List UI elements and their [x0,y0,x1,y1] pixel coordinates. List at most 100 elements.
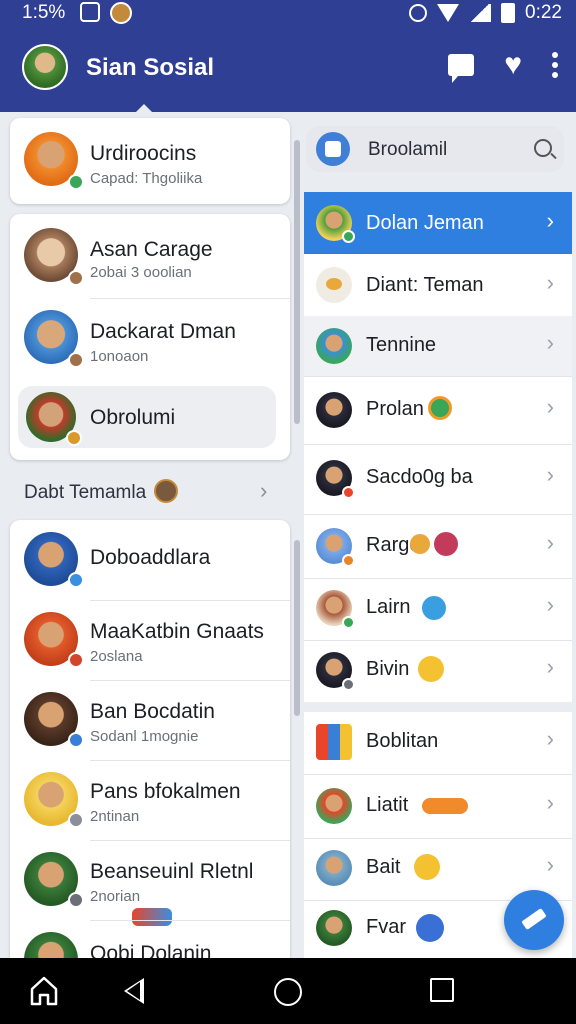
scrollbar-top[interactable] [294,140,300,424]
contact-name: Ban Bocdatin [90,700,215,723]
wifi-icon [437,4,460,22]
list-item[interactable]: MaaKatbin Gnaats 2oslana [10,600,290,680]
chat-icon[interactable] [448,54,475,83]
list-item-selected[interactable]: Obrolumi [10,386,290,448]
chevron-right-icon: › [546,654,554,679]
recents-icon[interactable] [430,978,454,1002]
emoji-icon [422,596,446,620]
status-badge [68,174,84,190]
avatar [316,392,352,428]
emoji-icon [416,914,444,942]
list-item[interactable]: Dackarat Dman 1onoaon [10,298,290,382]
avatar [24,932,78,958]
status-badge [342,616,355,629]
avatar [316,788,352,824]
contact-name: Urdiroocins [90,142,197,165]
emoji-icon [326,278,342,290]
list-item[interactable]: Lairn › [304,578,572,640]
friend-name: Lairn [366,596,411,618]
list-item[interactable]: Doboaddlara [10,520,290,600]
status-badge [68,270,84,286]
search-icon[interactable] [534,139,552,157]
contact-name: Obrolumi [90,406,176,429]
search-bar[interactable]: Broolamil [306,126,564,172]
list-item[interactable]: Bivin › [304,640,572,702]
status-icons-left [80,2,132,24]
top-contact-card[interactable]: Urdiroocins Capad: Thgoliika [10,118,290,204]
status-badge [68,732,84,748]
compose-button[interactable] [504,890,564,950]
home-icon[interactable] [30,976,58,1006]
contact-subtitle: 2ntinan [90,808,140,825]
heart-icon[interactable]: ♥ [504,50,522,80]
list-item[interactable]: Ban Bocdatin Sodanl 1mognie [10,680,290,760]
chevron-right-icon: › [546,270,554,295]
friend-name: Diant: Teman [366,274,484,296]
app-title: Sian Sosial [86,54,215,81]
app-bar-actions: ♥ [448,50,558,83]
gallery-icon [80,2,100,22]
friend-name: Bait [366,856,401,878]
list-item[interactable]: Asan Carage 2obai 3 ooolian [10,214,290,298]
contact-subtitle: 1onoaon [90,348,149,365]
system-nav-bar [0,958,576,1024]
list-item[interactable]: Prolan › [304,376,572,444]
contact-name: Beanseuinl Rletnl [90,860,254,883]
section-header[interactable]: Dabt Temamla › [10,470,290,514]
friend-name: Dolan Jeman [366,212,484,234]
friend-name: Sacdo0g ba [366,466,473,488]
list-item[interactable]: Oobi Dolanin [10,920,290,958]
contact-name: Doboaddlara [90,546,211,569]
contact-name: Dackarat Dman [90,320,236,343]
status-time: 1:5% [22,2,66,23]
list-item[interactable]: Rargo › [304,514,572,578]
emoji-icon [434,532,458,556]
status-badge [342,554,355,567]
list-item[interactable]: Sacdo0g ba › [304,444,572,514]
avatar [316,850,352,886]
friend-name: Fvar [366,916,406,938]
contact-subtitle: 2norian [90,888,141,905]
emoji-icon [418,656,444,682]
more-options-icon[interactable] [552,52,558,78]
chevron-right-icon: › [546,530,554,555]
list-item[interactable]: Diant: Teman › [304,254,572,316]
list-item[interactable]: Liatit › [304,774,572,838]
notification-avatar-icon [110,2,132,24]
list-item[interactable]: Beanseuinl Rletnl 2norian [10,840,290,926]
contact-name: Pans bfokalmen [90,780,241,803]
chevron-right-icon: › [546,462,554,487]
tab-pointer [136,104,152,112]
status-badge [68,352,84,368]
avatar [316,328,352,364]
chevron-right-icon: › [546,592,554,617]
contact-subtitle: Capad: Thgoliika [90,170,203,187]
profile-avatar[interactable] [22,44,68,90]
back-icon[interactable] [124,978,144,1004]
emoji-icon [410,534,430,554]
contact-subtitle: 2obai 3 ooolian [90,264,192,281]
status-badge [68,892,84,908]
list-item[interactable]: Pans bfokalmen 2ntinan [10,760,290,840]
status-badge [68,572,84,588]
app-icon [316,132,350,166]
chevron-right-icon: › [546,330,554,355]
tag-badge [422,798,468,814]
friend-name: Bivin [366,658,410,680]
list-item[interactable]: Urdiroocins Capad: Thgoliika [10,118,290,204]
home-button-icon[interactable] [274,978,302,1006]
search-input[interactable]: Broolamil [368,139,447,161]
list-item[interactable]: Boblitan › [304,712,572,774]
chevron-right-icon: › [260,478,268,503]
scrollbar-list[interactable] [294,540,300,716]
contact-subtitle: 2oslana [90,648,143,665]
contact-subtitle: Sodanl 1mognie [90,728,199,745]
status-badge [68,812,84,828]
status-badge [68,652,84,668]
list-item-selected[interactable]: Dolan Jeman › [304,192,572,254]
list-item[interactable]: Tennine › [304,316,572,376]
chevron-right-icon: › [546,208,554,233]
chevron-right-icon: › [546,790,554,815]
battery-icon [501,3,516,23]
group-contact-card: Asan Carage 2obai 3 ooolian Dackarat Dma… [10,214,290,460]
